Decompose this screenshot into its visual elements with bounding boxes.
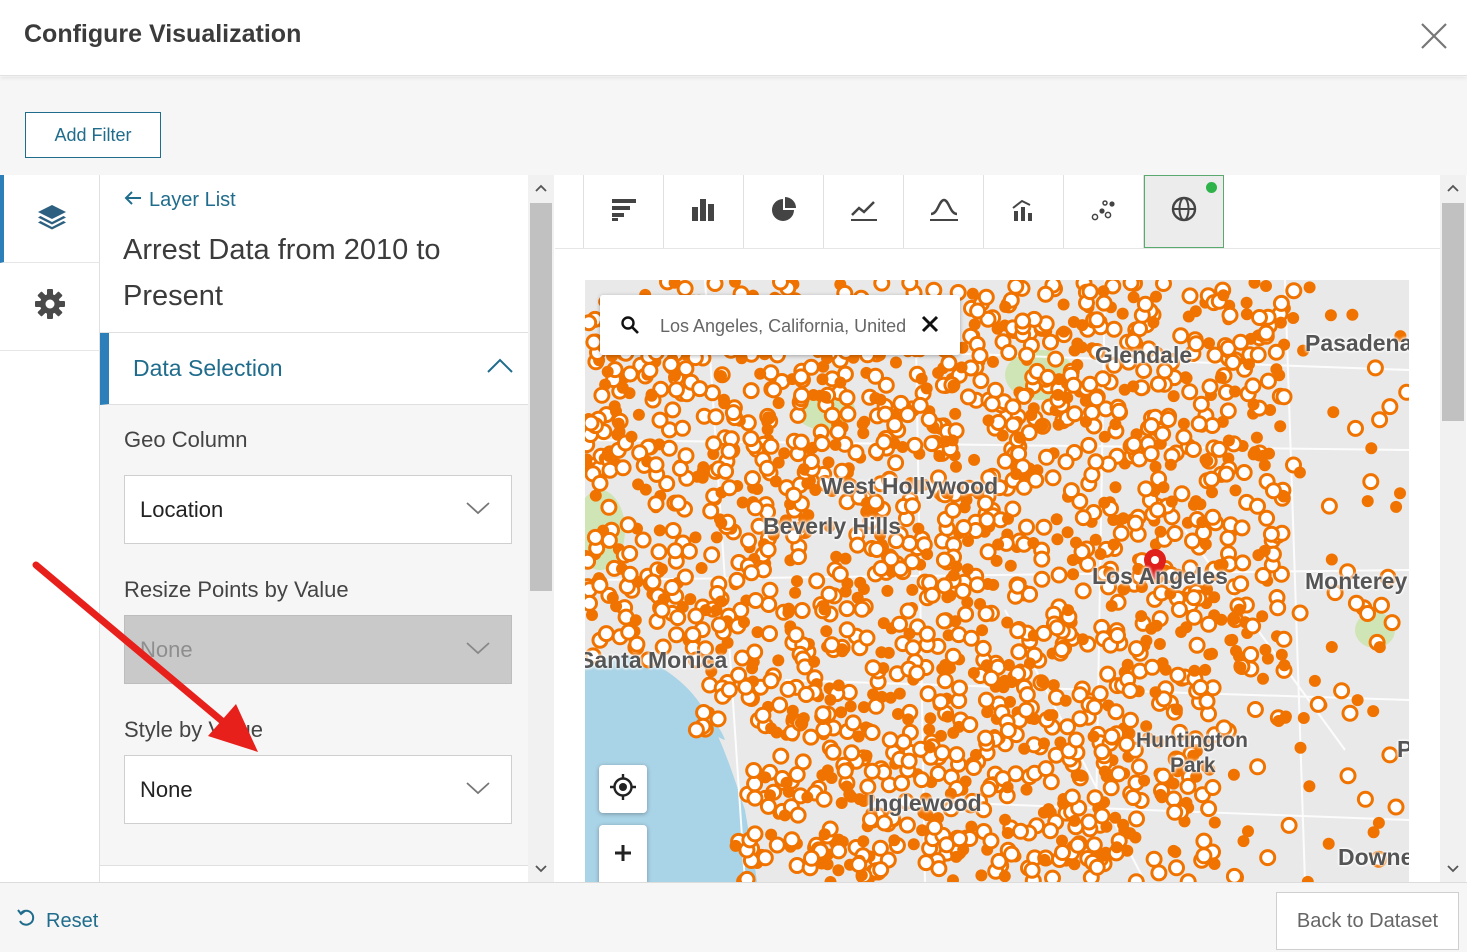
map-view[interactable]: Glendale Pasadena West Hollywood Beverly…	[585, 280, 1409, 882]
style-by-value-value: None	[140, 777, 193, 802]
scatter-plot-icon	[1090, 195, 1118, 228]
map-label-inglewood: Inglewood	[868, 790, 982, 816]
map-label-monterey: Monterey	[1305, 568, 1408, 594]
zoom-in-button[interactable]	[599, 825, 647, 882]
line-chart-icon	[849, 195, 879, 228]
scrollbar-thumb[interactable]	[1442, 203, 1464, 421]
resize-points-select: None	[124, 615, 512, 684]
layers-icon	[36, 202, 68, 235]
tab-map[interactable]	[1144, 175, 1224, 248]
map-label-p: P	[1397, 736, 1409, 762]
tab-area[interactable]	[904, 175, 984, 248]
bar-horizontal-icon	[610, 195, 638, 228]
clear-search-icon[interactable]	[920, 314, 940, 339]
area-chart-icon	[928, 195, 960, 228]
tab-divider	[555, 248, 1440, 249]
tab-combo[interactable]	[984, 175, 1064, 248]
chevron-down-icon	[465, 640, 491, 661]
scroll-down-icon[interactable]	[528, 856, 554, 882]
tab-scatter[interactable]	[1064, 175, 1144, 248]
next-section-header	[100, 865, 528, 882]
viz-scrollbar[interactable]	[1440, 175, 1466, 882]
scroll-up-icon[interactable]	[1440, 175, 1466, 201]
map-label-huntington: Huntington	[1136, 729, 1248, 752]
plus-icon	[613, 843, 633, 868]
gear-icon	[33, 287, 67, 326]
filter-bar: Add Filter	[0, 77, 1467, 175]
geo-column-value: Location	[140, 497, 224, 522]
undo-icon	[16, 909, 36, 933]
back-to-layer-list-link[interactable]: Layer List	[123, 189, 236, 212]
back-to-dataset-button[interactable]: Back to Dataset	[1276, 892, 1459, 950]
reset-button[interactable]: Reset	[16, 909, 98, 933]
geo-column-label: Geo Column	[124, 427, 248, 452]
map-label-downey: Downey	[1338, 844, 1409, 870]
map-label-west-hollywood: West Hollywood	[821, 473, 999, 499]
map-label-los-angeles: Los Angeles	[1092, 563, 1228, 589]
map-label-beverly-hills: Beverly Hills	[763, 513, 902, 539]
data-selection-header[interactable]: Data Selection	[100, 333, 528, 405]
map-label-glendale: Glendale	[1095, 342, 1193, 368]
panel-scrollbar[interactable]	[528, 175, 554, 882]
tab-pie[interactable]	[744, 175, 824, 248]
style-by-value-label: Style by Value	[124, 717, 264, 742]
tab-bar-vertical[interactable]	[664, 175, 744, 248]
scroll-down-icon[interactable]	[1440, 856, 1466, 882]
settings-tab[interactable]	[0, 263, 100, 351]
chart-type-tabs	[583, 175, 1224, 248]
side-rail	[0, 175, 100, 882]
chevron-down-icon	[465, 780, 491, 801]
map-search-box[interactable]: Los Angeles, California, United	[600, 295, 960, 355]
arrow-left-icon	[123, 189, 143, 212]
map-label-park: Park	[1170, 754, 1216, 777]
locate-button[interactable]	[599, 765, 647, 813]
pie-chart-icon	[770, 195, 798, 228]
chevron-up-icon	[485, 357, 515, 380]
section-label: Data Selection	[133, 355, 283, 381]
add-filter-button[interactable]: Add Filter	[25, 112, 161, 158]
back-link-label: Layer List	[149, 189, 236, 211]
map-base	[585, 280, 1409, 882]
search-icon	[620, 315, 640, 340]
layer-config-panel: Layer List Arrest Data from 2010 to Pres…	[100, 175, 528, 882]
map-label-santa-monica: Santa Monica	[585, 647, 728, 673]
locate-icon	[609, 773, 637, 806]
modal-footer: Reset Back to Dataset	[0, 882, 1467, 952]
visualization-area: Glendale Pasadena West Hollywood Beverly…	[555, 175, 1440, 882]
scroll-up-icon[interactable]	[528, 175, 554, 201]
reset-label: Reset	[46, 909, 99, 932]
layers-tab[interactable]	[0, 175, 100, 263]
modal-header: Configure Visualization	[0, 0, 1467, 76]
style-by-value-select[interactable]: None	[124, 755, 512, 824]
globe-map-icon	[1170, 195, 1198, 228]
modal-title: Configure Visualization	[24, 20, 302, 48]
combo-chart-icon	[1010, 195, 1038, 228]
tab-bar-horizontal[interactable]	[584, 175, 664, 248]
map-search-input[interactable]: Los Angeles, California, United	[660, 316, 922, 337]
close-icon[interactable]	[1414, 16, 1454, 56]
geo-column-select[interactable]: Location	[124, 475, 512, 544]
bar-vertical-icon	[690, 195, 718, 228]
tab-line[interactable]	[824, 175, 904, 248]
panel-header: Layer List Arrest Data from 2010 to Pres…	[100, 175, 528, 333]
layer-title: Arrest Data from 2010 to Present	[123, 234, 441, 312]
chevron-down-icon	[465, 500, 491, 521]
resize-points-label: Resize Points by Value	[124, 577, 349, 602]
resize-points-value: None	[140, 637, 193, 662]
active-indicator	[1206, 182, 1217, 193]
scrollbar-thumb[interactable]	[530, 203, 552, 591]
map-label-pasadena: Pasadena	[1305, 330, 1409, 356]
